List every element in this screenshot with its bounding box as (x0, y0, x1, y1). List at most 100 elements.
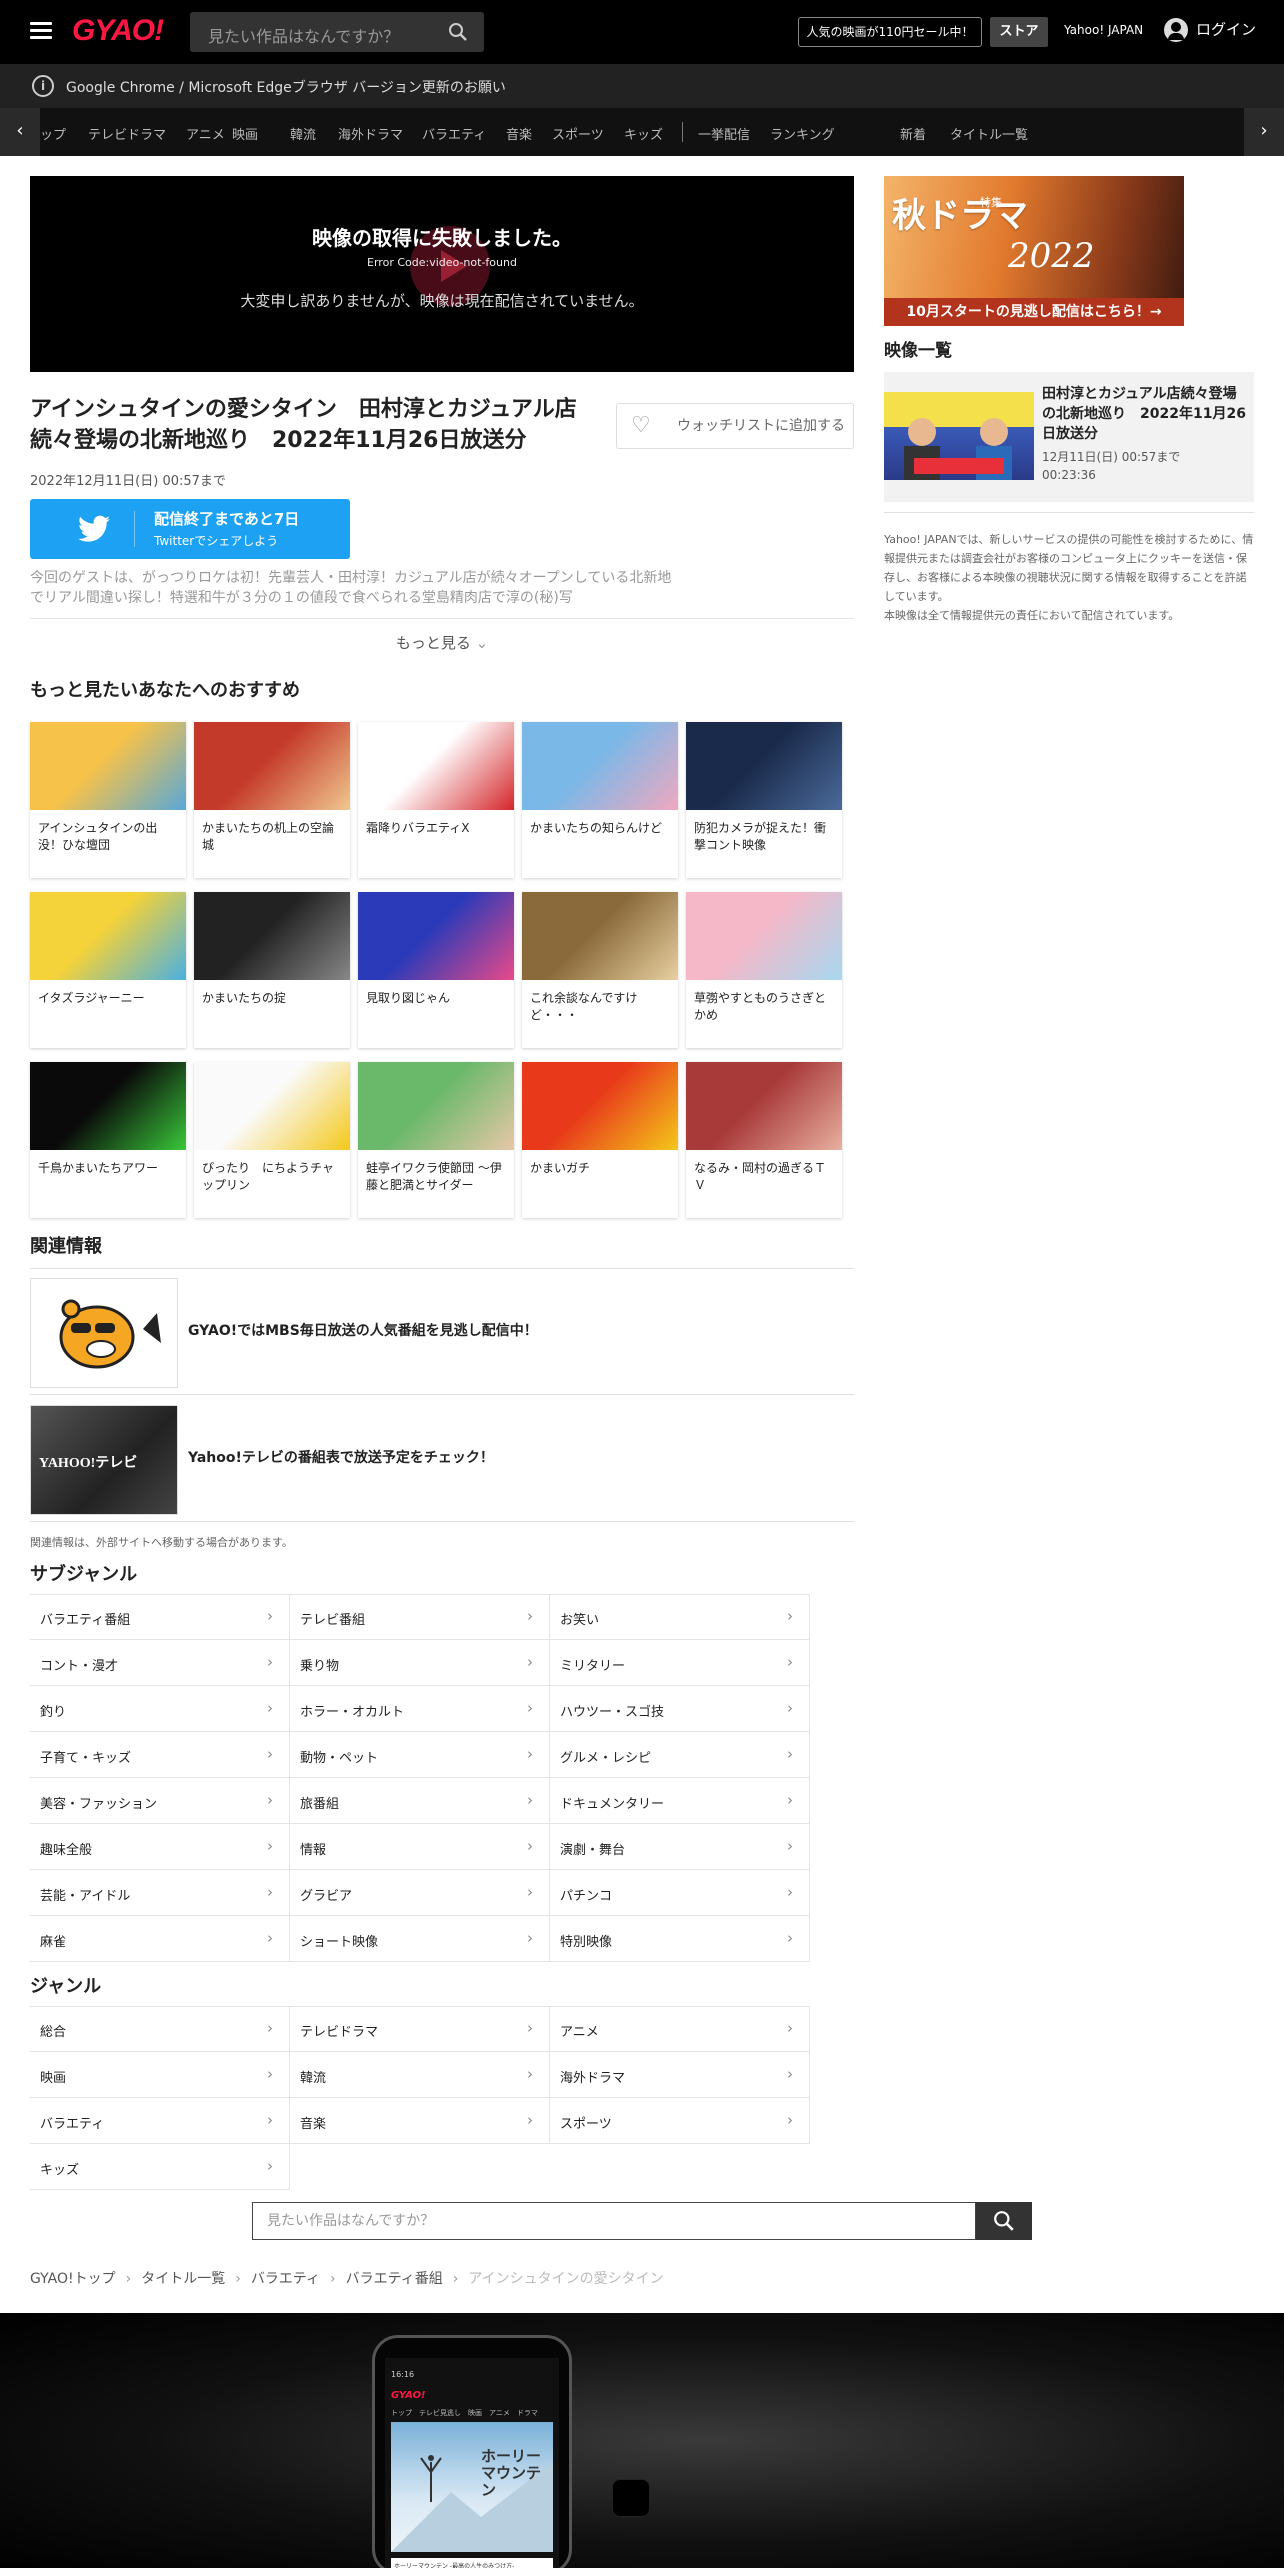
genre-link[interactable]: 音楽 › (290, 2098, 550, 2144)
subgenre-link[interactable]: バラエティ番組 › (30, 1594, 290, 1640)
subgenre-link[interactable]: ホラー・オカルト › (290, 1686, 550, 1732)
nav-item[interactable]: 音楽 (506, 124, 532, 143)
related-item[interactable]: GYAO!ではMBS毎日放送の人気番組を見逃し配信中！ (30, 1268, 854, 1395)
nav-item[interactable]: アニメ (186, 124, 225, 143)
browser-update-notice[interactable]: i Google Chrome / Microsoft Edgeブラウザ バージ… (0, 64, 1284, 108)
subgenre-link[interactable]: 乗り物 › (290, 1640, 550, 1686)
video-player[interactable]: 映像の取得に失敗しました。 Error Code:video-not-found… (30, 176, 854, 372)
breadcrumb-link[interactable]: タイトル一覧 (141, 2271, 225, 2287)
genre-link[interactable]: 総合 › (30, 2006, 290, 2052)
sale-link[interactable]: 人気の映画が110円セール中！ (798, 17, 982, 47)
days-remaining-label: 配信終了まであと7日 (154, 510, 300, 528)
genre-link[interactable]: キッズ › (30, 2144, 290, 2190)
genre-link[interactable]: テレビドラマ › (290, 2006, 550, 2052)
subgenre-link[interactable]: 釣り › (30, 1686, 290, 1732)
recommend-card[interactable]: ぴったり にちようチャップリン (194, 1062, 350, 1218)
nav-item[interactable]: ップ (40, 124, 66, 143)
subgenre-link[interactable]: パチンコ › (550, 1870, 810, 1916)
recommend-card[interactable]: イタズラジャーニー (30, 892, 186, 1048)
nav-item[interactable]: キッズ (624, 124, 663, 143)
nav-item[interactable]: 一挙配信 (698, 124, 750, 143)
subgenre-link[interactable]: グルメ・レシピ › (550, 1732, 810, 1778)
recommend-card[interactable]: 霜降りバラエティX (358, 722, 514, 878)
recommend-card[interactable]: なるみ・岡村の過ぎるＴＶ (686, 1062, 842, 1218)
search-icon[interactable] (448, 22, 468, 42)
nav-item[interactable]: 海外ドラマ (338, 124, 403, 143)
recommend-thumbnail (522, 892, 678, 980)
nav-item[interactable]: ランキング (770, 124, 835, 143)
chevron-right-icon: › (527, 2019, 533, 2037)
related-item[interactable]: YAHOO!テレビ Yahoo!テレビの番組表で放送予定をチェック！ (30, 1395, 854, 1522)
subgenre-link[interactable]: 演劇・舞台 › (550, 1824, 810, 1870)
nav-item[interactable]: 映画 (232, 124, 258, 143)
genre-link[interactable]: アニメ › (550, 2006, 810, 2052)
app-icon[interactable] (612, 2479, 650, 2517)
nav-item[interactable]: バラエティ (422, 124, 486, 143)
breadcrumb: GYAO!トップ › タイトル一覧 › バラエティ › バラエティ番組 › アインシュタインの愛… (30, 2268, 664, 2288)
genre-link-label: 映画 (40, 2071, 67, 2086)
genre-link[interactable]: 海外ドラマ › (550, 2052, 810, 2098)
subgenre-link[interactable]: ハウツー・スゴ技 › (550, 1686, 810, 1732)
recommend-card[interactable]: 見取り図じゃん (358, 892, 514, 1048)
recommend-card[interactable]: かまいたちの机上の空論城 (194, 722, 350, 878)
login-button[interactable]: ログイン (1164, 18, 1256, 42)
show-more-button[interactable]: もっと見る ⌄ (0, 632, 884, 653)
subgenre-link[interactable]: ドキュメンタリー › (550, 1778, 810, 1824)
twitter-share-button[interactable]: 配信終了まであと7日 Twitterでシェアしよう (30, 499, 350, 559)
add-to-watchlist-button[interactable]: ♡ ウォッチリストに追加する (616, 403, 854, 449)
breadcrumb-link[interactable]: バラエティ (251, 2271, 320, 2287)
search-input[interactable]: 見たい作品はなんですか？ (190, 12, 484, 52)
top-bar: GYAO! 見たい作品はなんですか？ 人気の映画が110円セール中！ ストア Y… (0, 0, 1284, 64)
subgenre-link[interactable]: お笑い › (550, 1594, 810, 1640)
hamburger-menu-icon[interactable] (30, 22, 52, 40)
recommend-card[interactable]: これ余談なんですけど・・・ (522, 892, 678, 1048)
recommend-heading: もっと見たいあなたへのおすすめ (30, 680, 300, 701)
genre-link[interactable]: スポーツ › (550, 2098, 810, 2144)
subgenre-link[interactable]: コント・漫才 › (30, 1640, 290, 1686)
nav-item[interactable]: テレビドラマ (88, 124, 166, 143)
subgenre-link[interactable]: 情報 › (290, 1824, 550, 1870)
genre-link[interactable]: 映画 › (30, 2052, 290, 2098)
recommend-thumbnail (30, 722, 186, 810)
bottom-search-input[interactable]: 見たい作品はなんですか？ (252, 2202, 976, 2240)
subgenre-link[interactable]: 旅番組 › (290, 1778, 550, 1824)
subgenre-link[interactable]: 麻雀 › (30, 1916, 290, 1962)
recommend-card[interactable]: 千鳥かまいたちアワー (30, 1062, 186, 1218)
subgenre-link[interactable]: グラビア › (290, 1870, 550, 1916)
yahoo-japan-link[interactable]: Yahoo! JAPAN (1064, 23, 1143, 37)
autumn-drama-banner[interactable]: 秋ドラマ 特集 2022 10月スタートの見逃し配信はこちら！→ (884, 176, 1184, 326)
nav-prev-arrow-icon[interactable]: ‹ (0, 108, 40, 156)
nav-item[interactable]: 韓流 (290, 124, 316, 143)
subgenre-link[interactable]: ショート映像 › (290, 1916, 550, 1962)
nav-item[interactable]: スポーツ (552, 124, 604, 143)
genre-link[interactable]: バラエティ › (30, 2098, 290, 2144)
recommend-card[interactable]: かまいガチ (522, 1062, 678, 1218)
nav-item[interactable]: 新着 (900, 124, 926, 143)
nav-item[interactable]: タイトル一覧 (950, 124, 1028, 143)
subgenre-link[interactable]: 子育て・キッズ › (30, 1732, 290, 1778)
recommend-card[interactable]: かまいたちの知らんけど (522, 722, 678, 878)
subgenre-link-label: 芸能・アイドル (40, 1889, 131, 1904)
subgenre-link[interactable]: テレビ番組 › (290, 1594, 550, 1640)
gyao-logo[interactable]: GYAO! (72, 14, 164, 48)
breadcrumb-link[interactable]: GYAO!トップ (30, 2271, 116, 2287)
subgenre-link[interactable]: 趣味全般 › (30, 1824, 290, 1870)
breadcrumb-link[interactable]: バラエティ番組 (346, 2271, 443, 2287)
nav-next-arrow-icon[interactable]: › (1244, 108, 1284, 156)
recommend-card[interactable]: 防犯カメラが捉えた！衝撃コント映像 (686, 722, 842, 878)
subgenre-link[interactable]: ミリタリー › (550, 1640, 810, 1686)
recommend-card[interactable]: かまいたちの掟 (194, 892, 350, 1048)
chevron-right-icon: › (527, 1607, 533, 1625)
video-list-item[interactable]: 田村淳とカジュアル店続々登場の北新地巡り 2022年11月26日放送分 12月1… (884, 372, 1254, 502)
subgenre-link[interactable]: 動物・ペット › (290, 1732, 550, 1778)
subgenre-link[interactable]: 特別映像 › (550, 1916, 810, 1962)
recommend-card[interactable]: 草彅やすとものうさぎとかめ (686, 892, 842, 1048)
store-button[interactable]: ストア (990, 17, 1048, 47)
search-icon (994, 2211, 1014, 2231)
genre-link[interactable]: 韓流 › (290, 2052, 550, 2098)
subgenre-link[interactable]: 芸能・アイドル › (30, 1870, 290, 1916)
bottom-search-button[interactable] (976, 2202, 1032, 2240)
subgenre-link[interactable]: 美容・ファッション › (30, 1778, 290, 1824)
recommend-card[interactable]: アインシュタインの出没！ひな壇団 (30, 722, 186, 878)
recommend-card[interactable]: 蛙亭イワクラ使節団 ～伊藤と肥満とサイダー (358, 1062, 514, 1218)
